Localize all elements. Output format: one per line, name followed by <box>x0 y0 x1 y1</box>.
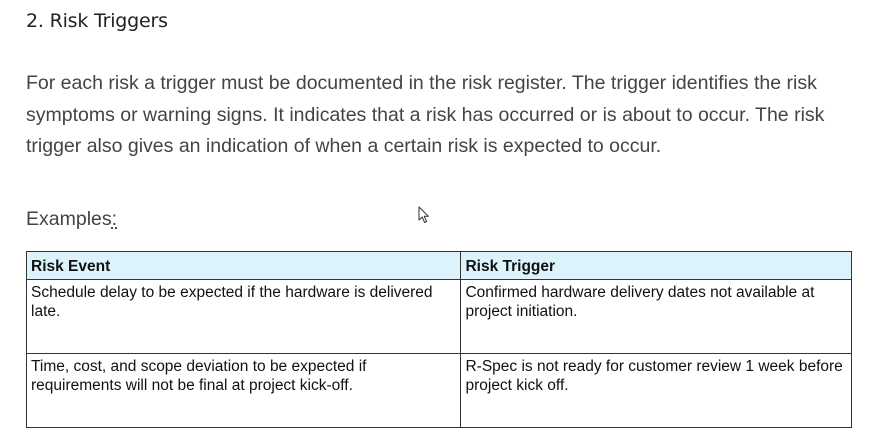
risk-trigger-cell: R-Spec is not ready for customer review … <box>460 353 852 428</box>
examples-label-text: Examples <box>26 208 112 230</box>
risk-table: Risk Event Risk Trigger Schedule delay t… <box>25 251 852 428</box>
risk-trigger-cell: Confirmed hardware delivery dates not av… <box>460 279 852 354</box>
table-row: Time, cost, and scope deviation to be ex… <box>25 353 852 428</box>
examples-label: Examples: <box>26 208 117 231</box>
table-header-row: Risk Event Risk Trigger <box>25 251 852 280</box>
column-header-risk-trigger: Risk Trigger <box>460 251 852 280</box>
table-row: Schedule delay to be expected if the har… <box>25 279 852 354</box>
section-heading: 2. Risk Triggers <box>26 10 168 32</box>
document-page: 2. Risk Triggers For each risk a trigger… <box>0 0 883 432</box>
examples-label-colon: : <box>111 208 118 230</box>
intro-paragraph: For each risk a trigger must be document… <box>26 72 825 157</box>
risk-event-cell: Time, cost, and scope deviation to be ex… <box>25 353 462 428</box>
column-header-risk-event: Risk Event <box>25 251 462 280</box>
risk-event-cell: Schedule delay to be expected if the har… <box>25 279 462 354</box>
mouse-pointer-icon <box>418 206 429 223</box>
